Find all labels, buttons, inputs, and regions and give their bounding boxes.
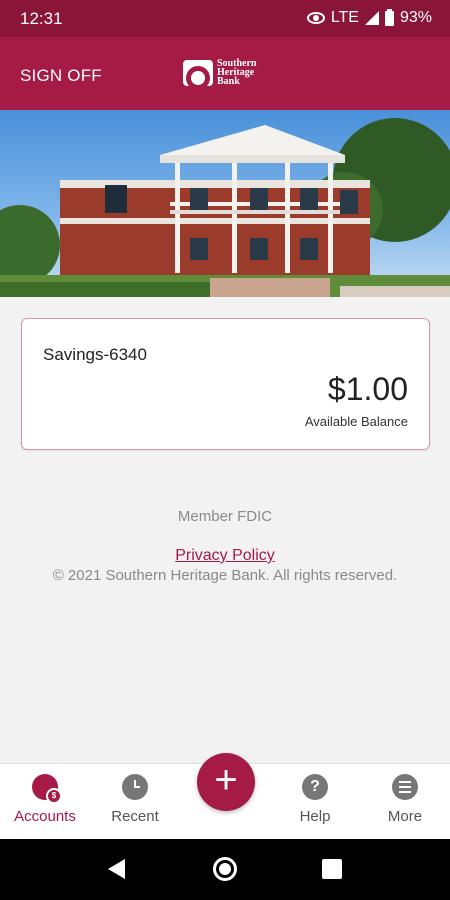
- sign-off-button[interactable]: SIGN OFF: [20, 66, 102, 86]
- copyright-text: © 2021 Southern Heritage Bank. All right…: [52, 567, 398, 584]
- recents-icon[interactable]: [322, 859, 342, 879]
- menu-line: [399, 786, 411, 788]
- bank-logo: Southern Heritage Bank: [183, 59, 256, 87]
- eye-icon: [306, 12, 325, 24]
- footer-info: Member FDIC Privacy Policy © 2021 Southe…: [0, 508, 450, 584]
- tab-accounts[interactable]: $ Accounts: [0, 764, 90, 840]
- menu-line: [399, 791, 411, 793]
- tab-recent-label: Recent: [111, 808, 159, 825]
- menu-line: [399, 781, 411, 783]
- system-nav-bar: [0, 839, 450, 900]
- balance-label: Available Balance: [304, 414, 408, 429]
- bottom-tab-bar: $ Accounts Recent + ? Help More: [0, 753, 450, 840]
- status-bar: 12:31 LTE 93%: [0, 0, 450, 37]
- help-icon: ?: [302, 774, 328, 800]
- tab-accounts-label: Accounts: [14, 808, 76, 825]
- account-card[interactable]: Savings-6340 $1.00 Available Balance: [21, 318, 430, 450]
- home-icon[interactable]: [213, 857, 237, 881]
- network-label: LTE: [330, 9, 359, 26]
- add-button[interactable]: +: [197, 753, 255, 811]
- account-balance: $1.00: [327, 371, 408, 407]
- back-icon[interactable]: [108, 859, 125, 879]
- menu-icon: [392, 774, 418, 800]
- logo-line: Bank: [217, 76, 240, 87]
- tab-help-label: Help: [299, 808, 331, 825]
- accounts-icon: $: [32, 774, 62, 804]
- status-time: 12:31: [20, 9, 63, 28]
- tab-help[interactable]: ? Help: [270, 764, 360, 840]
- dollar-badge-icon: $: [46, 788, 62, 804]
- clock-hand: [134, 786, 140, 788]
- bank-building-illustration: [0, 118, 450, 297]
- bank-building-photo: [0, 110, 450, 297]
- tab-more[interactable]: More: [360, 764, 450, 840]
- privacy-policy-link[interactable]: Privacy Policy: [175, 547, 275, 565]
- logo-mark-icon: [183, 59, 213, 86]
- clock-icon: [122, 774, 148, 800]
- account-name: Savings-6340: [43, 345, 147, 364]
- battery-percent: 93%: [399, 9, 432, 26]
- tab-more-label: More: [387, 808, 423, 825]
- app-header: SIGN OFF Southern Heritage Bank: [0, 37, 450, 110]
- member-fdic-text: Member FDIC: [177, 508, 273, 525]
- battery-icon: [384, 8, 394, 26]
- logo-text: Southern Heritage Bank: [217, 59, 256, 87]
- status-icons: LTE 93%: [306, 8, 432, 27]
- signal-icon: [364, 11, 379, 25]
- tab-recent[interactable]: Recent: [90, 764, 180, 840]
